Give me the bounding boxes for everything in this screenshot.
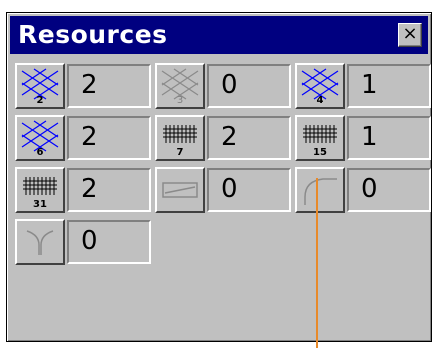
resource-tile[interactable]: 31 [15,167,65,213]
resource-tile[interactable]: 3 [155,63,205,109]
resource-item: 7 2 [155,115,295,161]
resource-count: 2 [67,64,151,108]
title-bar[interactable]: Resources × [10,16,428,54]
curve-icon [304,178,337,205]
resource-count: 0 [207,168,291,212]
resource-tile[interactable]: 15 [295,115,345,161]
resource-count: 0 [67,220,151,264]
resource-count: 1 [347,64,431,108]
resource-count: 0 [347,168,431,212]
window-title: Resources [18,20,168,49]
resources-window: Resources × 2 2 3 0 4 1 6 2 7 2 15 1 31 … [6,12,432,342]
tile-number: 7 [176,147,184,158]
resource-tile[interactable] [15,219,65,265]
resource-tile[interactable]: 2 [15,63,65,109]
tile-number: 15 [313,147,327,158]
split-icon [26,230,54,255]
tile-number: 6 [36,147,44,158]
resource-item: 0 [155,167,295,213]
resource-item: 0 [15,219,155,265]
resource-tile[interactable] [155,167,205,213]
resource-count: 0 [207,64,291,108]
resource-tile[interactable]: 7 [155,115,205,161]
tile-number: 3 [176,95,184,106]
resource-count: 2 [207,116,291,160]
resource-tile[interactable]: 4 [295,63,345,109]
resource-item: 6 2 [15,115,155,161]
resource-count: 2 [67,168,151,212]
resource-item: 31 2 [15,167,155,213]
resource-item: 15 1 [295,115,435,161]
tile-number: 31 [33,199,47,210]
close-button[interactable]: × [398,23,422,47]
resource-count: 1 [347,116,431,160]
resource-item: 2 2 [15,63,155,109]
tile-number: 4 [316,95,324,106]
pointer-line [316,178,318,348]
resource-tile[interactable] [295,167,345,213]
tile-number: 2 [36,95,44,106]
resource-item: 3 0 [155,63,295,109]
resource-tile[interactable]: 6 [15,115,65,161]
merge-icon [162,182,198,198]
resource-item: 4 1 [295,63,435,109]
resource-count: 2 [67,116,151,160]
